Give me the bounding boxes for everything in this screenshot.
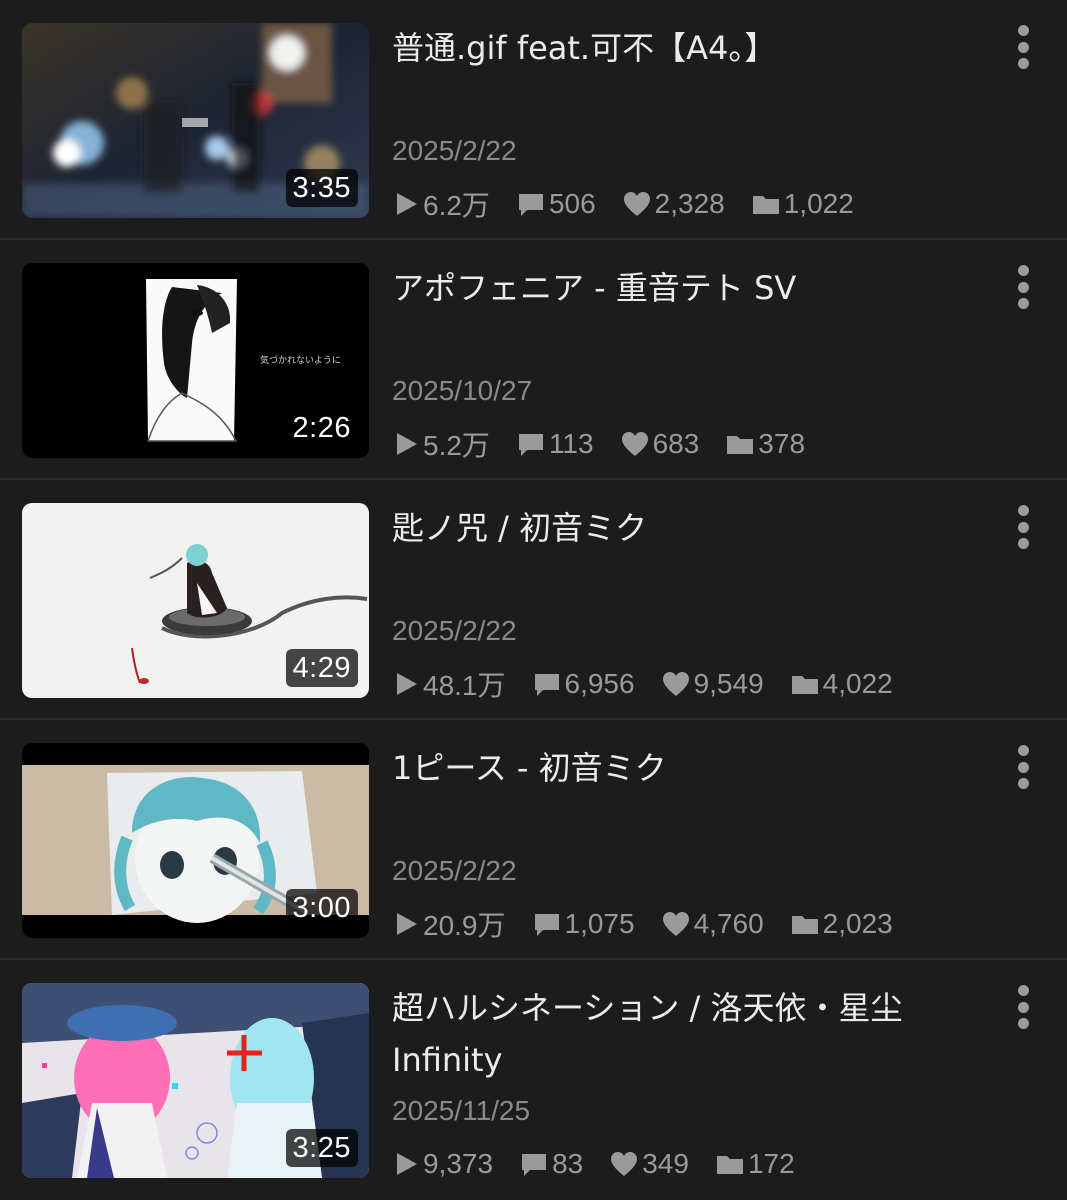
folder-icon xyxy=(752,196,779,214)
comment-count: 506 xyxy=(516,188,596,220)
view-count: 6.2万 xyxy=(392,184,490,224)
video-stats: 9,373 83 349 172 xyxy=(392,1144,795,1184)
video-list: 3:35 普通.gif feat.可不【A4。】 2025/2/22 6.2万 … xyxy=(0,0,1067,1200)
video-item[interactable]: 3:00 1ピース - 初音ミク 2025/2/22 20.9万 1,075 4… xyxy=(0,720,1067,960)
like-count: 683 xyxy=(620,428,699,460)
folder-icon xyxy=(727,436,754,454)
upload-date: 2025/2/22 xyxy=(392,855,517,886)
comment-icon xyxy=(522,1154,547,1176)
mylist-count: 378 xyxy=(725,428,805,460)
view-count: 48.1万 xyxy=(392,664,506,704)
heart-icon xyxy=(623,192,650,216)
video-item[interactable]: 気づかれないように 2:26 アポフェニア - 重音テト SV 2025/10/… xyxy=(0,240,1067,480)
view-count: 9,373 xyxy=(392,1148,493,1180)
video-stats: 20.9万 1,075 4,760 2,023 xyxy=(392,904,893,944)
like-count: 349 xyxy=(609,1148,689,1180)
comment-count: 83 xyxy=(519,1148,583,1180)
heart-icon xyxy=(611,1152,638,1176)
comment-count: 1,075 xyxy=(532,908,635,940)
video-title[interactable]: アポフェニア - 重音テト SV xyxy=(392,262,952,314)
heart-icon xyxy=(621,432,648,456)
more-vertical-icon[interactable] xyxy=(1006,263,1040,311)
duration-badge: 3:25 xyxy=(285,1129,358,1167)
play-icon xyxy=(397,433,417,455)
duration-badge: 3:00 xyxy=(285,889,358,927)
duration-badge: 4:29 xyxy=(285,649,358,687)
video-stats: 5.2万 113 683 378 xyxy=(392,424,805,464)
thumbnail-caption: 気づかれないように xyxy=(260,354,341,366)
video-title[interactable]: 1ピース - 初音ミク xyxy=(392,742,952,794)
mylist-count: 1,022 xyxy=(751,188,854,220)
video-item[interactable]: 3:25 超ハルシネーション / 洛天依・星尘 Infinity 2025/11… xyxy=(0,960,1067,1200)
comment-icon xyxy=(518,194,543,216)
video-thumbnail[interactable]: 3:00 xyxy=(22,743,369,938)
upload-date: 2025/10/27 xyxy=(392,375,533,406)
video-thumbnail[interactable]: 3:35 xyxy=(22,23,369,218)
view-count: 20.9万 xyxy=(392,904,506,944)
video-item[interactable]: 4:29 匙ノ咒 / 初音ミク 2025/2/22 48.1万 6,956 9,… xyxy=(0,480,1067,720)
video-title[interactable]: 普通.gif feat.可不【A4。】 xyxy=(392,22,952,74)
folder-icon xyxy=(791,676,818,694)
video-stats: 48.1万 6,956 9,549 4,022 xyxy=(392,664,893,704)
more-vertical-icon[interactable] xyxy=(1006,503,1040,551)
play-icon xyxy=(397,193,417,215)
play-icon xyxy=(397,1153,417,1175)
comment-icon xyxy=(518,434,543,456)
more-vertical-icon[interactable] xyxy=(1006,983,1040,1031)
mylist-count: 172 xyxy=(715,1148,795,1180)
play-icon xyxy=(397,913,417,935)
play-icon xyxy=(397,673,417,695)
comment-count: 6,956 xyxy=(532,668,635,700)
video-stats: 6.2万 506 2,328 1,022 xyxy=(392,184,854,224)
duration-badge: 3:35 xyxy=(285,169,358,207)
like-count: 9,549 xyxy=(661,668,764,700)
duration-badge: 2:26 xyxy=(285,409,358,447)
mylist-count: 4,022 xyxy=(790,668,893,700)
comment-icon xyxy=(534,914,559,936)
comment-count: 113 xyxy=(516,428,594,460)
like-count: 2,328 xyxy=(622,188,725,220)
video-thumbnail[interactable]: 気づかれないように 2:26 xyxy=(22,263,369,458)
like-count: 4,760 xyxy=(661,908,764,940)
upload-date: 2025/2/22 xyxy=(392,615,517,646)
heart-icon xyxy=(662,912,689,936)
folder-icon xyxy=(791,916,818,934)
upload-date: 2025/2/22 xyxy=(392,135,517,166)
comment-icon xyxy=(534,674,559,696)
video-thumbnail[interactable]: 4:29 xyxy=(22,503,369,698)
mylist-count: 2,023 xyxy=(790,908,893,940)
upload-date: 2025/11/25 xyxy=(392,1095,531,1126)
video-item[interactable]: 3:35 普通.gif feat.可不【A4。】 2025/2/22 6.2万 … xyxy=(0,0,1067,240)
heart-icon xyxy=(662,672,689,696)
more-vertical-icon[interactable] xyxy=(1006,743,1040,791)
video-title[interactable]: 匙ノ咒 / 初音ミク xyxy=(392,502,952,554)
video-title[interactable]: 超ハルシネーション / 洛天依・星尘 Infinity xyxy=(392,982,952,1086)
more-vertical-icon[interactable] xyxy=(1006,23,1040,71)
view-count: 5.2万 xyxy=(392,424,490,464)
folder-icon xyxy=(716,1156,743,1174)
video-thumbnail[interactable]: 3:25 xyxy=(22,983,369,1178)
